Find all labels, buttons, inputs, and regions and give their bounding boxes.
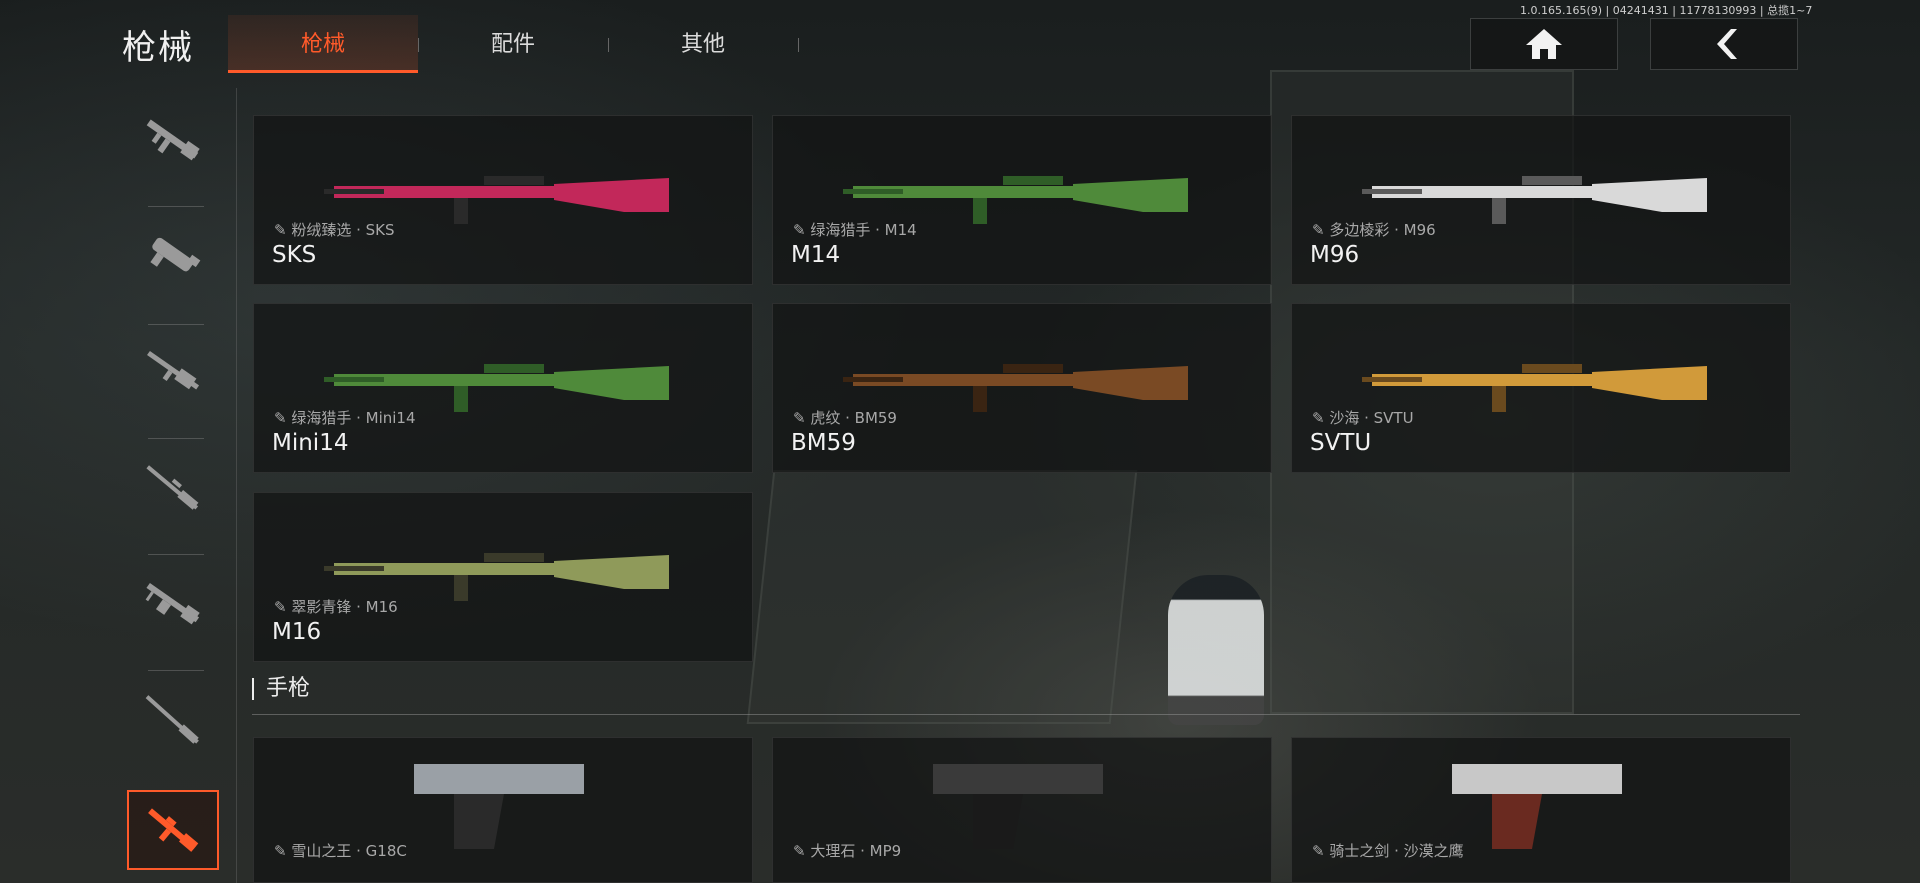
sidebar-item-sniper[interactable] (118, 436, 228, 540)
sidebar-item-marksman-rifle[interactable] (127, 790, 219, 870)
bolt-rifle-icon (145, 695, 199, 744)
skin-brush-icon: ✎ (1312, 842, 1330, 860)
tab-separator (798, 38, 799, 52)
skin-brush-icon: ✎ (1312, 221, 1330, 239)
skin-brush-icon: ✎ (274, 598, 292, 616)
weapon-card[interactable]: ✎ 粉绒臻选 · SKS SKS (253, 115, 753, 285)
weapon-card[interactable]: ✎ 虎纹 · BM59 BM59 (772, 303, 1272, 473)
background-lantern (1168, 575, 1264, 725)
pistol-skin-label: ✎ 大理石 · MP9 (793, 840, 901, 861)
weapon-name: M16 (272, 619, 322, 645)
tab-attachments[interactable]: 配件 (418, 26, 608, 58)
weapon-name: M96 (1310, 242, 1360, 268)
sniper-rifle-icon (146, 465, 199, 510)
weapon-skin-text: 粉绒臻选 · SKS (291, 221, 395, 239)
skin-brush-icon: ✎ (1312, 409, 1330, 427)
sidebar-item-assault-rifle[interactable] (118, 88, 228, 192)
active-tab-underline (228, 70, 418, 73)
weapon-card[interactable]: ✎ 翠影青锋 · M16 M16 (253, 492, 753, 662)
weapon-name: Mini14 (272, 430, 349, 456)
background-crate (746, 470, 1138, 724)
weapon-skin-label: ✎ 翠影青锋 · M16 (274, 596, 398, 617)
weapon-card[interactable]: ✎ 多边棱彩 · M96 M96 (1291, 115, 1791, 285)
pistol-card[interactable]: ✎ 骑士之剑 · 沙漠之鹰 (1291, 737, 1791, 883)
pistol-image (414, 764, 584, 849)
sidebar-item-smg[interactable] (118, 204, 228, 308)
tab-weapons[interactable]: 枪械 (228, 26, 418, 58)
weapon-skin-label: ✎ 绿海猎手 · Mini14 (274, 407, 416, 428)
weapon-skin-label: ✎ 沙海 · SVTU (1312, 407, 1414, 428)
section-divider (252, 714, 1800, 715)
pistol-skin-text: 雪山之王 · G18C (291, 842, 407, 860)
skin-brush-icon: ✎ (793, 221, 811, 239)
skin-brush-icon: ✎ (274, 409, 292, 427)
weapon-skin-label: ✎ 虎纹 · BM59 (793, 407, 897, 428)
home-icon (1526, 29, 1562, 59)
weapon-card[interactable]: ✎ 沙海 · SVTU SVTU (1291, 303, 1791, 473)
weapon-name: M14 (791, 242, 841, 268)
weapon-name: BM59 (791, 430, 856, 456)
sidebar-item-bolt-rifle[interactable] (118, 668, 228, 772)
pistol-card[interactable]: ✎ 雪山之王 · G18C (253, 737, 753, 883)
top-bar: 枪械 枪械 配件 其他 1.0.165.165(9) | 04241431 | … (0, 0, 1920, 80)
weapon-skin-text: 绿海猎手 · Mini14 (291, 409, 416, 427)
weapon-skin-text: 沙海 · SVTU (1329, 409, 1414, 427)
section-title-pistols: 手枪 (252, 678, 310, 700)
weapon-name: SVTU (1310, 430, 1372, 456)
skin-brush-icon: ✎ (793, 409, 811, 427)
page-title: 枪械 (122, 28, 194, 68)
weapon-name: SKS (272, 242, 317, 268)
skin-brush-icon: ✎ (274, 842, 292, 860)
weapon-skin-text: 翠影青锋 · M16 (291, 598, 398, 616)
weapon-skin-text: 绿海猎手 · M14 (810, 221, 917, 239)
weapon-skin-text: 多边棱彩 · M96 (1329, 221, 1436, 239)
pistol-card[interactable]: ✎ 大理石 · MP9 (772, 737, 1272, 883)
pistol-skin-label: ✎ 骑士之剑 · 沙漠之鹰 (1312, 840, 1464, 861)
tab-others[interactable]: 其他 (608, 26, 798, 58)
version-info: 1.0.165.165(9) | 04241431 | 11778130993 … (1520, 4, 1813, 17)
weapon-card[interactable]: ✎ 绿海猎手 · Mini14 Mini14 (253, 303, 753, 473)
skin-brush-icon: ✎ (793, 842, 811, 860)
smg-icon (150, 237, 201, 272)
sidebar-item-lmg[interactable] (118, 552, 228, 656)
pistol-skin-text: 大理石 · MP9 (810, 842, 902, 860)
back-chevron-icon (1717, 29, 1737, 59)
shotgun-icon (147, 350, 200, 390)
assault-rifle-icon (146, 119, 200, 161)
pistol-image (1452, 764, 1622, 849)
pistol-skin-label: ✎ 雪山之王 · G18C (274, 840, 407, 861)
sidebar-item-shotgun[interactable] (118, 320, 228, 424)
weapon-card[interactable]: ✎ 绿海猎手 · M14 M14 (772, 115, 1272, 285)
weapon-category-sidebar (0, 88, 238, 883)
skin-brush-icon: ✎ (274, 221, 292, 239)
weapon-skin-label: ✎ 绿海猎手 · M14 (793, 219, 917, 240)
weapon-image (843, 364, 1188, 412)
pistol-image (933, 764, 1103, 849)
weapon-skin-text: 虎纹 · BM59 (810, 409, 897, 427)
marksman-rifle-icon (148, 808, 199, 852)
weapon-skin-label: ✎ 多边棱彩 · M96 (1312, 219, 1436, 240)
weapon-skin-label: ✎ 粉绒臻选 · SKS (274, 219, 395, 240)
light-machine-gun-icon (145, 582, 200, 625)
weapon-image (1362, 364, 1707, 412)
home-button[interactable] (1470, 18, 1618, 70)
pistol-skin-text: 骑士之剑 · 沙漠之鹰 (1329, 842, 1464, 860)
back-button[interactable] (1650, 18, 1798, 70)
